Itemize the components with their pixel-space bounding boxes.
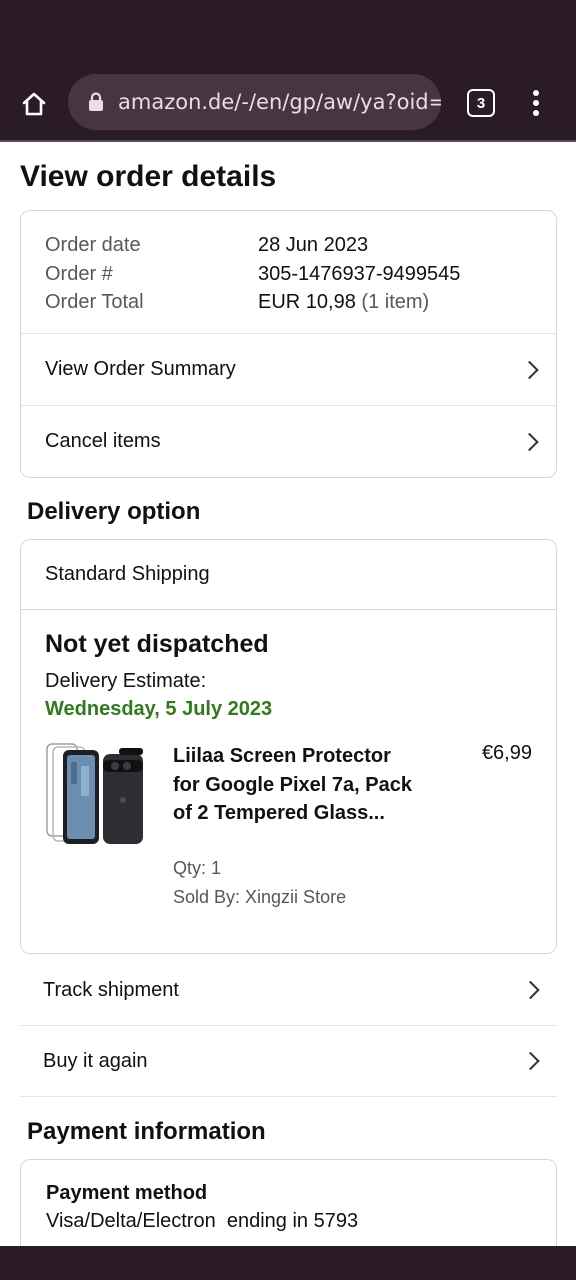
address-bar[interactable]: amazon.de/-/en/gp/aw/ya?oid= (68, 74, 441, 130)
order-item-count: (1 item) (361, 291, 430, 313)
product-seller: Sold By: Xingzii Store (173, 887, 347, 907)
order-number-value: 305-1476937-9499545 (258, 262, 461, 285)
home-button[interactable] (14, 84, 54, 124)
view-order-summary-link[interactable]: View Order Summary (21, 333, 556, 405)
order-total-label: Order Total (45, 291, 144, 313)
delivery-section-title: Delivery option (27, 498, 201, 525)
buy-it-again-link[interactable]: Buy it again (20, 1026, 557, 1097)
status-bar (0, 0, 576, 64)
system-nav-bar (0, 1246, 576, 1280)
track-shipment-label: Track shipment (43, 978, 179, 1001)
chevron-right-icon (521, 980, 540, 1000)
track-shipment-link[interactable]: Track shipment (20, 955, 557, 1026)
payment-method-value: Visa/Delta/Electron ending in 5793 (46, 1210, 359, 1232)
buy-it-again-label: Buy it again (43, 1049, 148, 1072)
order-total-row: Order Total EUR 10,98 (1 item) (45, 288, 460, 317)
delivery-estimate-date: Wednesday, 5 July 2023 (45, 698, 273, 720)
order-info-card: Order date 28 Jun 2023 Order # 305-14769… (20, 210, 557, 478)
order-info-grid: Order date 28 Jun 2023 Order # 305-14769… (45, 231, 460, 317)
product-quantity: Qty: 1 (173, 858, 222, 878)
chevron-right-icon (521, 1051, 540, 1071)
view-order-summary-label: View Order Summary (45, 358, 236, 380)
dispatch-status: Not yet dispatched (45, 630, 269, 658)
lock-icon (89, 92, 103, 111)
delivery-estimate-label: Delivery Estimate: (45, 670, 207, 692)
delivery-card: Standard Shipping Not yet dispatched Del… (20, 539, 557, 954)
tab-switcher-button[interactable]: 3 (467, 89, 495, 117)
product-title-link[interactable]: Liilaa Screen Protector for Google Pixel… (173, 742, 423, 828)
home-icon (22, 92, 46, 116)
order-date-value: 28 Jun 2023 (258, 234, 369, 256)
page-title: View order details (20, 160, 277, 193)
order-number-label: Order # (45, 262, 113, 285)
order-date-row: Order date 28 Jun 2023 (45, 231, 460, 260)
order-total-amount: EUR 10,98 (258, 291, 356, 313)
chevron-right-icon (520, 432, 539, 451)
browser-toolbar: amazon.de/-/en/gp/aw/ya?oid= 3 (0, 64, 576, 142)
order-number-row: Order # 305-1476937-9499545 (45, 260, 460, 289)
payment-section-title: Payment information (27, 1118, 266, 1145)
product-image[interactable] (45, 742, 145, 848)
order-total-value: EUR 10,98 (1 item) (258, 288, 429, 317)
shipping-method: Standard Shipping (21, 540, 556, 610)
cancel-items-label: Cancel items (45, 430, 161, 452)
overflow-menu-icon[interactable] (524, 86, 548, 120)
order-date-label: Order date (45, 234, 141, 256)
cancel-items-link[interactable]: Cancel items (21, 405, 556, 477)
url-text: amazon.de/-/en/gp/aw/ya?oid= (118, 90, 441, 114)
payment-method-label: Payment method (46, 1182, 208, 1204)
product-price: €6,99 (481, 742, 532, 764)
chevron-right-icon (520, 360, 539, 379)
